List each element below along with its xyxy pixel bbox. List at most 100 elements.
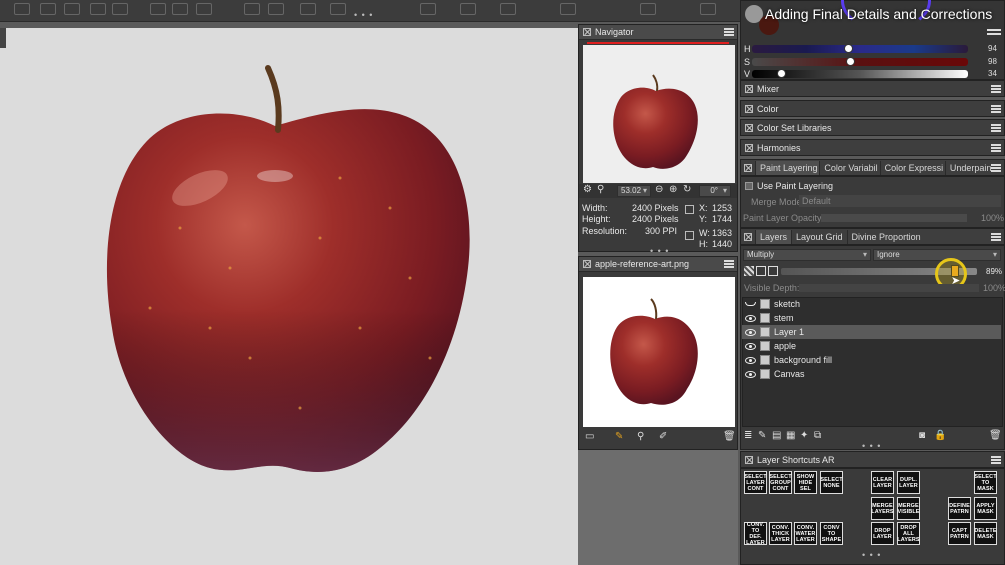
zoom-out-icon[interactable]: ⊖ xyxy=(655,184,663,195)
merge-layers-button[interactable]: MERGE LAYERS xyxy=(871,497,894,520)
mask-icon[interactable]: ◙ xyxy=(919,430,925,441)
visibility-icon[interactable] xyxy=(745,314,756,322)
merge-mode-select[interactable]: Default xyxy=(799,195,1001,207)
define-pattern-button[interactable]: DEFINE PATRN xyxy=(948,497,971,520)
more-dots-icon[interactable]: • • • xyxy=(650,246,669,256)
layer-opacity-value[interactable]: 89% xyxy=(986,267,1002,276)
visibility-icon[interactable] xyxy=(745,356,756,364)
saturation-knob[interactable] xyxy=(846,57,856,66)
close-icon[interactable] xyxy=(583,28,591,36)
h-value[interactable]: 94 xyxy=(988,44,997,53)
layer-row[interactable]: apple xyxy=(742,339,1001,353)
tool-icon[interactable] xyxy=(500,3,516,15)
paint-layer-opacity-value[interactable]: 100% xyxy=(981,213,1004,223)
preserve-transparency-icon[interactable] xyxy=(744,266,754,276)
menu-icon[interactable] xyxy=(991,455,1001,464)
tool-icon[interactable] xyxy=(268,3,284,15)
eyedropper-icon[interactable]: ✎ xyxy=(615,431,623,442)
tab-layout-grid[interactable]: Layout Grid xyxy=(791,229,847,244)
drop-all-layers-button[interactable]: DROP ALL LAYERS xyxy=(897,522,920,545)
menu-icon[interactable] xyxy=(991,104,1001,113)
tab-divine-proportion[interactable]: Divine Proportion xyxy=(846,229,925,244)
merge-visible-button[interactable]: MERGE VISIBLE xyxy=(897,497,920,520)
menu-icon[interactable] xyxy=(991,232,1001,241)
navigator-preview[interactable] xyxy=(583,45,735,183)
convert-to-shape-button[interactable]: CONV TO SHAPE xyxy=(820,522,843,545)
clip-layer-icon[interactable] xyxy=(768,266,778,276)
composite-select[interactable]: Ignore xyxy=(873,249,1001,261)
tool-icon[interactable] xyxy=(150,3,166,15)
tool-icon[interactable] xyxy=(300,3,316,15)
visibility-icon[interactable] xyxy=(745,342,756,350)
duplicate-layer-button[interactable]: DUPL. LAYER xyxy=(897,471,920,494)
visibility-off-icon[interactable] xyxy=(745,302,756,306)
layer-tools-icon[interactable]: ✎ xyxy=(758,430,766,441)
color-panel-header[interactable]: Color xyxy=(740,100,1005,117)
hue-slider[interactable] xyxy=(752,44,968,53)
tool-icon[interactable] xyxy=(700,3,716,15)
close-icon[interactable] xyxy=(745,455,753,464)
blend-mode-select[interactable]: Multiply xyxy=(743,249,871,261)
tab-underpainting[interactable]: Underpaintir xyxy=(944,160,991,175)
layer-folder-icon[interactable]: ▦ xyxy=(786,430,795,441)
tool-icon[interactable] xyxy=(64,3,80,15)
layer-stack-icon[interactable]: ≣ xyxy=(744,430,752,441)
apply-mask-button[interactable]: APPLY MASK xyxy=(974,497,997,520)
folder-icon[interactable]: ▭ xyxy=(585,431,594,442)
layer-effects-icon[interactable]: ✦ xyxy=(800,430,808,441)
tab-layers[interactable]: Layers xyxy=(755,229,792,244)
menu-icon[interactable] xyxy=(991,163,1001,172)
tool-icon[interactable] xyxy=(244,3,260,15)
close-icon[interactable] xyxy=(583,260,591,268)
menu-icon[interactable] xyxy=(724,28,734,36)
select-to-mask-button[interactable]: SELECT TO MASK xyxy=(974,471,997,494)
value-knob[interactable] xyxy=(777,69,787,78)
menu-icon[interactable] xyxy=(724,260,734,268)
tool-icon[interactable] xyxy=(112,3,128,15)
select-layer-content-button[interactable]: SELECT LAYER CONT xyxy=(744,471,767,494)
tool-icon[interactable] xyxy=(640,3,656,15)
zoom-field[interactable]: 53.02 xyxy=(617,185,651,197)
menu-icon[interactable] xyxy=(987,29,1001,35)
tool-icon[interactable] xyxy=(172,3,188,15)
more-dots-icon[interactable]: • • • xyxy=(862,441,881,451)
layer-row[interactable]: sketch xyxy=(742,297,1001,311)
zoom-tool-icon[interactable]: ⚲ xyxy=(597,184,604,195)
more-dots-icon[interactable]: • • • xyxy=(354,10,373,20)
hue-knob[interactable] xyxy=(844,44,854,53)
v-value[interactable]: 34 xyxy=(988,69,997,78)
tab-color-expression[interactable]: Color Expressi xyxy=(879,160,945,175)
convert-water-layer-button[interactable]: CONV. WATER LAYER xyxy=(794,522,817,545)
tool-icon[interactable] xyxy=(40,3,56,15)
mixer-panel-header[interactable]: Mixer xyxy=(740,80,1005,97)
rotate-icon[interactable]: ↻ xyxy=(683,184,691,195)
close-icon[interactable] xyxy=(745,143,753,152)
menu-icon[interactable] xyxy=(991,143,1001,152)
tab-paint-layering[interactable]: Paint Layering xyxy=(755,160,820,175)
pick-up-underlying-icon[interactable] xyxy=(756,266,766,276)
visibility-icon[interactable] xyxy=(745,328,756,336)
canvas-area[interactable] xyxy=(0,28,578,565)
value-slider[interactable] xyxy=(752,69,968,78)
merge-icon[interactable]: ⧉ xyxy=(814,430,821,441)
convert-thick-layer-button[interactable]: CONV. THICK LAYER xyxy=(769,522,792,545)
tool-icon[interactable] xyxy=(196,3,212,15)
trash-icon[interactable]: 🗑 xyxy=(723,431,736,442)
convert-to-default-layer-button[interactable]: CONV. TO DEF. LAYER xyxy=(744,522,767,546)
show-hide-selection-button[interactable]: SHOW HIDE SEL xyxy=(794,471,817,494)
reference-image[interactable] xyxy=(583,277,735,427)
rotation-field[interactable]: 0° xyxy=(699,185,731,197)
close-icon[interactable] xyxy=(744,163,752,172)
s-value[interactable]: 98 xyxy=(988,57,997,66)
layer-row[interactable]: stem xyxy=(742,311,1001,325)
close-icon[interactable] xyxy=(745,104,753,113)
clear-layer-button[interactable]: CLEAR LAYER xyxy=(871,471,894,494)
visible-depth-slider[interactable] xyxy=(799,284,979,292)
use-paint-layering-checkbox[interactable] xyxy=(745,182,753,190)
tab-color-variability[interactable]: Color Variabil xyxy=(819,160,879,175)
layer-row-selected[interactable]: Layer 1 xyxy=(742,325,1001,339)
paint-layer-opacity-slider[interactable] xyxy=(821,214,967,222)
close-icon[interactable] xyxy=(745,84,753,93)
menu-icon[interactable] xyxy=(991,84,1001,93)
tool-icon[interactable] xyxy=(90,3,106,15)
